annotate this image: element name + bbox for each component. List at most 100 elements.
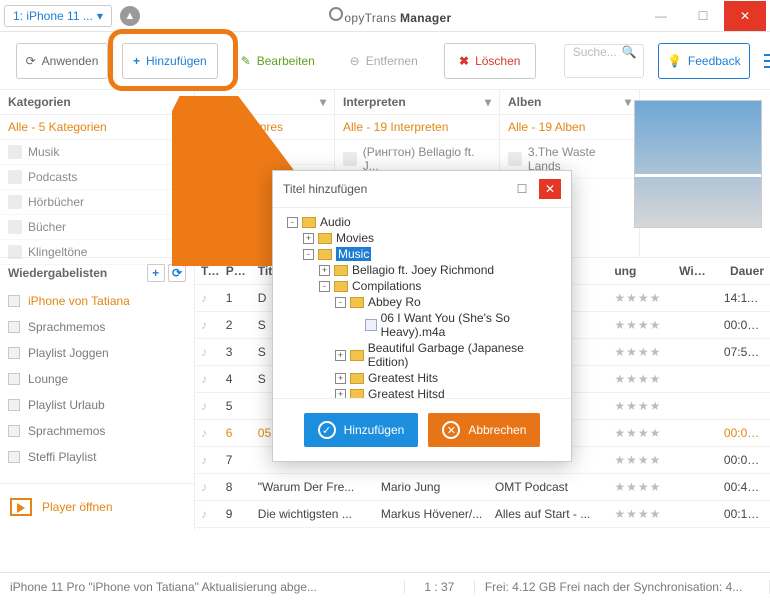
playlist-item[interactable]: Playlist Urlaub xyxy=(0,392,194,418)
check-circle-icon: ✓ xyxy=(318,421,336,439)
chevron-down-icon[interactable]: ▾ xyxy=(320,95,326,109)
tree-node[interactable]: -Music xyxy=(279,246,565,262)
pane-item[interactable]: Podcasts xyxy=(0,165,194,190)
folder-icon xyxy=(318,249,332,260)
rating-stars[interactable]: ★★★★ xyxy=(608,312,673,338)
window-maximize[interactable]: ☐ xyxy=(682,1,724,31)
tree-toggle[interactable]: + xyxy=(335,389,346,399)
playlist-item[interactable]: Steffi Playlist xyxy=(0,444,194,470)
dialog-close[interactable]: ✕ xyxy=(539,179,561,199)
tree-node[interactable]: -Abbey Ro xyxy=(279,294,565,310)
pane-all-inter[interactable]: Alle - 19 Interpreten xyxy=(335,115,499,140)
apply-button[interactable]: ⟳Anwenden xyxy=(16,43,108,79)
playlist-item[interactable]: iPhone von Tatiana xyxy=(0,288,194,314)
tree-node[interactable]: 06 I Want You (She's So Heavy).m4a xyxy=(279,310,565,340)
tree-toggle[interactable]: + xyxy=(335,373,346,384)
note-icon: ♪ xyxy=(195,366,220,392)
pane-all-genre[interactable]: Alle - 9 Genres xyxy=(195,115,334,140)
playlist-icon xyxy=(8,295,20,307)
player-icon xyxy=(10,498,32,516)
folder-icon xyxy=(318,233,332,244)
tree-node[interactable]: -Compilations xyxy=(279,278,565,294)
rating-stars[interactable]: ★★★★ xyxy=(608,501,673,527)
tree-toggle[interactable]: + xyxy=(319,265,330,276)
playlist-item[interactable]: Sprachmemos xyxy=(0,314,194,340)
tree-toggle[interactable]: - xyxy=(287,217,298,228)
pane-all-alben[interactable]: Alle - 19 Alben xyxy=(500,115,639,140)
pane-item[interactable]: Musik xyxy=(0,140,194,165)
device-selector[interactable]: 1: iPhone 11 ... ▾ xyxy=(4,5,112,27)
rating-stars[interactable]: ★★★★ xyxy=(608,528,673,530)
rating-stars[interactable]: ★★★★ xyxy=(608,285,673,311)
chevron-down-icon[interactable]: ▾ xyxy=(485,95,491,109)
tree-node[interactable]: +Bellagio ft. Joey Richmond xyxy=(279,262,565,278)
tree-node[interactable]: +Movies xyxy=(279,230,565,246)
rating-stars[interactable]: ★★★★ xyxy=(608,447,673,473)
pane-header-kat: Kategorien▾ xyxy=(0,90,194,115)
rating-stars[interactable]: ★★★★ xyxy=(608,339,673,365)
tree-toggle[interactable]: - xyxy=(319,281,330,292)
tree-node[interactable]: +Greatest Hitsd xyxy=(279,386,565,398)
edit-button[interactable]: ✎Bearbeiten xyxy=(232,43,324,79)
rating-stars[interactable]: ★★★★ xyxy=(608,474,673,500)
window-close[interactable]: ✕ xyxy=(724,1,766,31)
tree-toggle[interactable]: + xyxy=(335,350,346,361)
status-left: iPhone 11 Pro "iPhone von Tatiana" Aktua… xyxy=(0,580,405,594)
eject-icon[interactable]: ▲ xyxy=(120,6,140,26)
delete-button[interactable]: ✖Löschen xyxy=(444,43,536,79)
search-input[interactable]: Suche... xyxy=(564,44,644,78)
folder-icon xyxy=(334,265,348,276)
track-row[interactable]: ♪8"Warum Der Fre...Mario JungOMT Podcast… xyxy=(195,474,770,501)
playlist-item[interactable]: Sprachmemos xyxy=(0,418,194,444)
category-icon xyxy=(203,170,217,184)
folder-icon xyxy=(334,281,348,292)
column-header[interactable]: Pos xyxy=(220,258,252,284)
track-row[interactable]: ♪10"7 Große PotentiMario JungOMT Podcast… xyxy=(195,528,770,530)
note-icon: ♪ xyxy=(195,474,220,500)
tree-toggle[interactable]: + xyxy=(303,233,314,244)
x-icon: ✖ xyxy=(459,54,469,68)
dialog-title: Titel hinzufügen xyxy=(283,182,367,196)
chevron-down-icon[interactable]: ▾ xyxy=(625,95,631,109)
rating-stars[interactable]: ★★★★ xyxy=(608,393,673,419)
pane-all-kat[interactable]: Alle - 5 Kategorien xyxy=(0,115,194,140)
album-artwork xyxy=(634,100,762,228)
pane-item[interactable]: Hörbücher xyxy=(0,190,194,215)
playlist-icon xyxy=(8,347,20,359)
remove-button[interactable]: ⊖Entfernen xyxy=(338,43,430,79)
dialog-ok-button[interactable]: ✓Hinzufügen xyxy=(304,413,419,447)
add-playlist-button[interactable]: + xyxy=(147,264,165,282)
column-header[interactable]: ung xyxy=(608,258,673,284)
logo-icon xyxy=(328,6,344,22)
menu-button[interactable] xyxy=(764,44,770,78)
chevron-down-icon[interactable]: ▾ xyxy=(180,95,186,109)
refresh-playlist-button[interactable]: ⟳ xyxy=(168,264,186,282)
rating-stars[interactable]: ★★★★ xyxy=(608,366,673,392)
column-header[interactable]: Dauer xyxy=(718,258,770,284)
playlist-icon xyxy=(8,373,20,385)
tree-toggle[interactable]: - xyxy=(335,297,346,308)
note-icon: ♪ xyxy=(195,285,220,311)
note-icon: ♪ xyxy=(195,447,220,473)
window-minimize[interactable]: — xyxy=(640,1,682,31)
tree-node[interactable]: +Beautiful Garbage (Japanese Edition) xyxy=(279,340,565,370)
pane-item[interactable]: Bücher xyxy=(0,215,194,240)
dialog-cancel-button[interactable]: ✕Abbrechen xyxy=(428,413,540,447)
add-button[interactable]: +Hinzufügen xyxy=(122,43,218,79)
tree-toggle[interactable]: - xyxy=(303,249,314,260)
open-player-button[interactable]: Player öffnen xyxy=(0,483,194,530)
column-header[interactable]: Wiede xyxy=(673,258,718,284)
column-header[interactable]: Ty xyxy=(195,258,220,284)
pane-item[interactable]: 2018 xyxy=(195,140,334,165)
playlist-item[interactable]: Lounge xyxy=(0,366,194,392)
playlist-icon xyxy=(8,321,20,333)
dialog-maximize[interactable]: ☐ xyxy=(511,179,533,199)
playlist-item[interactable]: Playlist Joggen xyxy=(0,340,194,366)
tree-node[interactable]: +Greatest Hits xyxy=(279,370,565,386)
track-row[interactable]: ♪9Die wichtigsten ...Markus Hövener/...A… xyxy=(195,501,770,528)
feedback-button[interactable]: 💡Feedback xyxy=(658,43,750,79)
tree-node[interactable]: -Audio xyxy=(279,214,565,230)
rating-stars[interactable]: ★★★★ xyxy=(608,420,673,446)
category-icon xyxy=(508,152,522,166)
app-title: opyTrans Manager xyxy=(140,6,640,25)
